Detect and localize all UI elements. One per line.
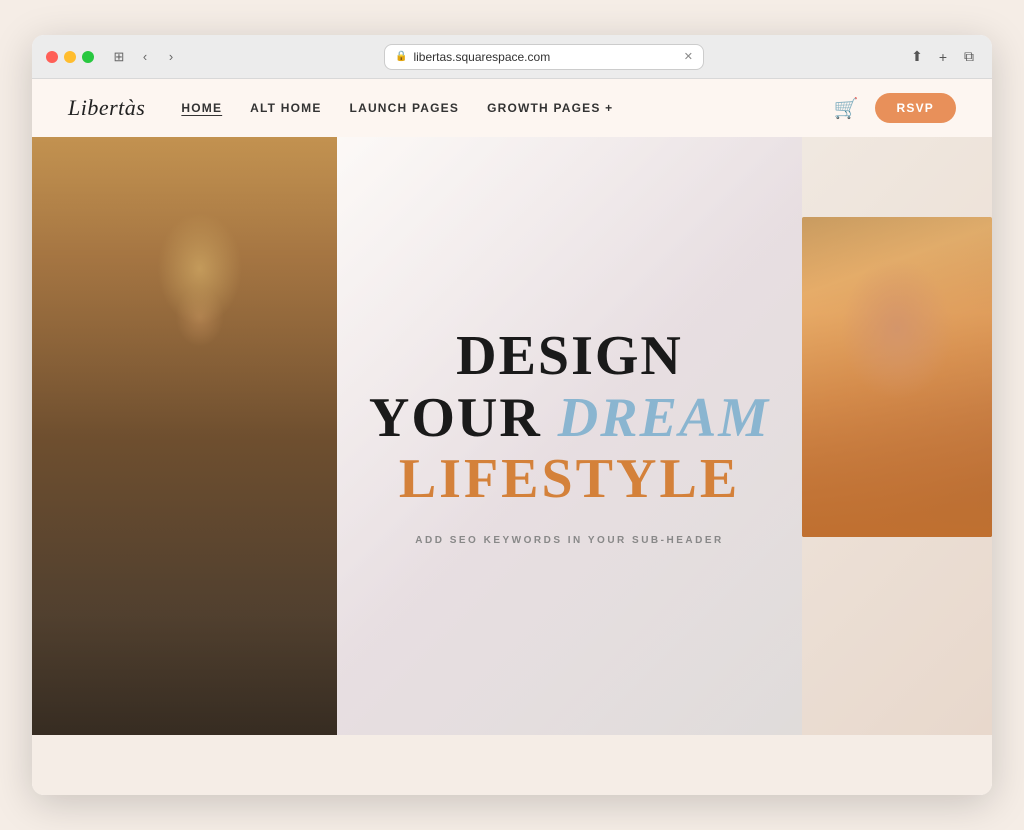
- left-hero-image: [32, 137, 337, 735]
- forward-icon[interactable]: ›: [162, 48, 180, 66]
- hero-center: DESIGN YOUR DREAM LIFESTYLE ADD SEO KEYW…: [337, 137, 802, 735]
- maximize-button[interactable]: [82, 51, 94, 63]
- right-image-inner: [802, 217, 992, 537]
- nav-home[interactable]: HOME: [181, 101, 222, 115]
- browser-window: ⊞ ‹ › 🔒 libertas.squarespace.com ✕ ⬆ + ⧉…: [32, 35, 992, 795]
- tab-overview-icon[interactable]: ⧉: [960, 48, 978, 66]
- site-nav: Libertàs HOME ALT HOME LAUNCH PAGES GROW…: [32, 79, 992, 137]
- sidebar-toggle-icon[interactable]: ⊞: [110, 48, 128, 66]
- site-footer-area: [32, 735, 992, 795]
- close-button[interactable]: [46, 51, 58, 63]
- cart-icon[interactable]: 🛒: [834, 96, 859, 121]
- address-bar[interactable]: 🔒 libertas.squarespace.com ✕: [384, 44, 704, 70]
- hero-headline: DESIGN YOUR DREAM LIFESTYLE: [369, 326, 770, 511]
- hero-subheader: ADD SEO KEYWORDS IN YOUR SUB-HEADER: [415, 535, 723, 546]
- right-hero-image: [802, 217, 992, 537]
- headline-your-dream: YOUR DREAM: [369, 388, 770, 450]
- nav-growth-pages[interactable]: GROWTH PAGES +: [487, 101, 613, 115]
- site-logo[interactable]: Libertàs: [68, 95, 145, 121]
- share-icon[interactable]: ⬆: [908, 48, 926, 66]
- headline-dream: DREAM: [558, 387, 770, 449]
- nav-links: HOME ALT HOME LAUNCH PAGES GROWTH PAGES …: [181, 101, 833, 115]
- new-tab-icon[interactable]: +: [934, 48, 952, 66]
- lock-icon: 🔒: [395, 51, 407, 62]
- nav-alt-home[interactable]: ALT HOME: [250, 101, 321, 115]
- nav-launch-pages[interactable]: LAUNCH PAGES: [350, 101, 460, 115]
- nav-right: 🛒 RSVP: [834, 93, 956, 123]
- browser-toolbar-icons: ⊞ ‹ ›: [110, 48, 180, 66]
- url-text: libertas.squarespace.com: [413, 50, 550, 64]
- website: Libertàs HOME ALT HOME LAUNCH PAGES GROW…: [32, 79, 992, 795]
- address-bar-container: 🔒 libertas.squarespace.com ✕: [190, 44, 898, 70]
- back-icon[interactable]: ‹: [136, 48, 154, 66]
- headline-your: YOUR: [369, 387, 558, 449]
- browser-chrome: ⊞ ‹ › 🔒 libertas.squarespace.com ✕ ⬆ + ⧉: [32, 35, 992, 79]
- traffic-lights: [46, 51, 94, 63]
- left-image-overlay: [32, 137, 337, 735]
- rsvp-button[interactable]: RSVP: [875, 93, 956, 123]
- minimize-button[interactable]: [64, 51, 76, 63]
- clear-url-icon[interactable]: ✕: [684, 50, 693, 63]
- headline-design: DESIGN: [369, 326, 770, 388]
- browser-actions: ⬆ + ⧉: [908, 48, 978, 66]
- hero-section: DESIGN YOUR DREAM LIFESTYLE ADD SEO KEYW…: [32, 137, 992, 735]
- headline-lifestyle: LIFESTYLE: [369, 449, 770, 511]
